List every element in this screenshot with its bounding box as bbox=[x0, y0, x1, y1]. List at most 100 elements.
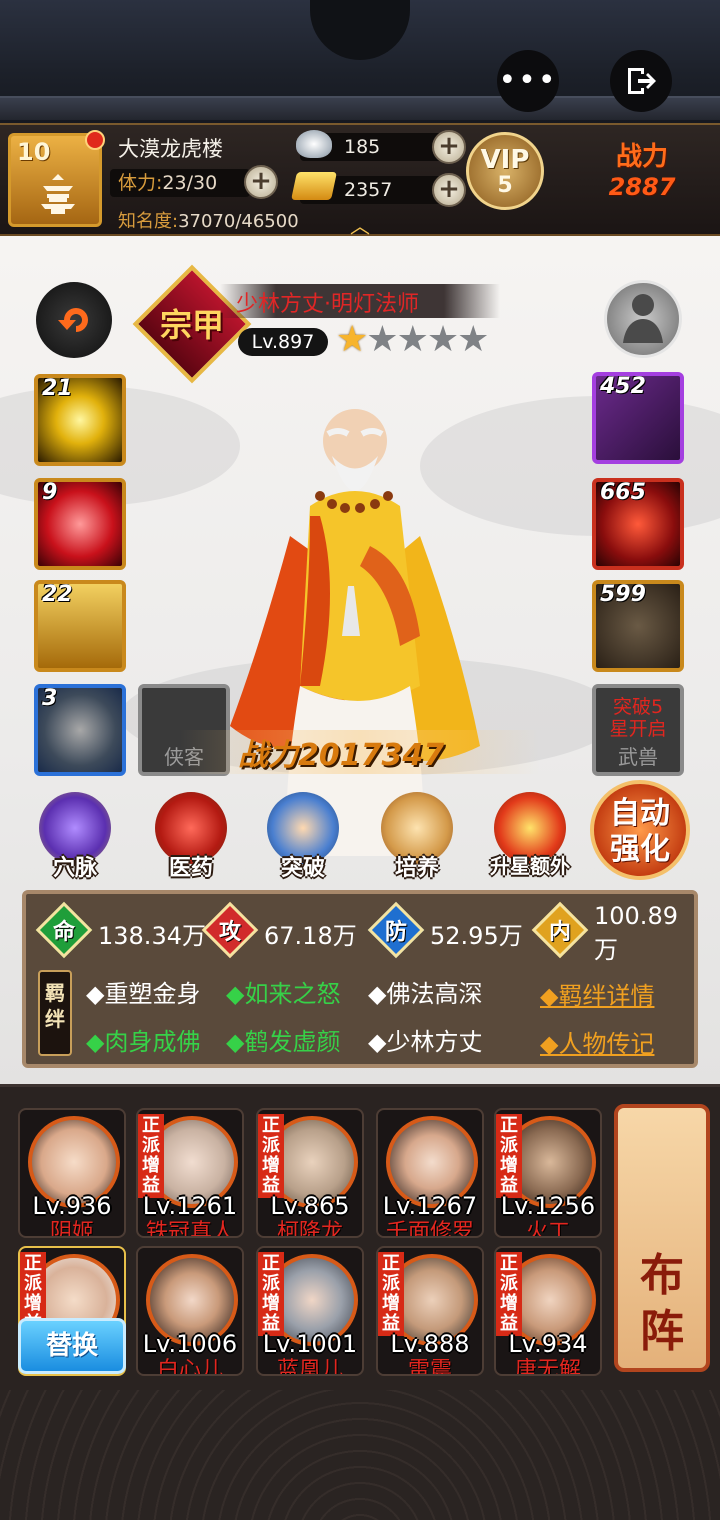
silver-ingot-icon bbox=[296, 130, 332, 158]
hero-power: 战力2017347 bbox=[238, 730, 444, 774]
roster-card[interactable]: Lv.1006 白心儿 bbox=[136, 1246, 244, 1376]
slot-count: 9 bbox=[42, 480, 58, 505]
medicine-label: 医药 bbox=[168, 856, 213, 881]
silver-value: 185 bbox=[344, 136, 381, 158]
slot-count: 665 bbox=[600, 480, 646, 505]
bottom-wave-decoration bbox=[0, 1390, 720, 1520]
equipment-slot-armor[interactable]: 665 bbox=[592, 478, 684, 570]
roster-card[interactable]: Lv.936 阴姬 bbox=[18, 1108, 126, 1238]
back-button[interactable] bbox=[36, 282, 112, 358]
boost-ribbon: 正派增益 bbox=[496, 1252, 522, 1336]
hero-avatar-button[interactable] bbox=[604, 280, 682, 358]
bond-item: ◆鹤发虚颜 bbox=[226, 1028, 341, 1056]
add-silver-button[interactable]: + bbox=[432, 130, 466, 164]
formation-button[interactable]: 布阵 bbox=[614, 1104, 710, 1372]
star-empty-icon: ★ bbox=[426, 319, 459, 360]
roster-name: 千面修罗 bbox=[385, 1220, 474, 1238]
roster-name: 阴姬 bbox=[49, 1220, 94, 1238]
breakthrough-label: 突破 bbox=[280, 856, 325, 881]
skill-slot-2[interactable]: 9 bbox=[34, 478, 126, 570]
roster-name: 铁冠真人 bbox=[145, 1220, 234, 1238]
stat-defense-key: 防 bbox=[384, 920, 407, 945]
hero-power-value: 2017347 bbox=[298, 738, 445, 773]
beast-unlock-text-2: 星开启 bbox=[609, 718, 667, 740]
stamina-bar: 体力:23/30 bbox=[110, 169, 250, 197]
bond-item: ◆佛法高深 bbox=[368, 980, 483, 1008]
cultivate-button[interactable]: 培养 bbox=[372, 792, 462, 882]
roof-ornament bbox=[310, 0, 410, 60]
breakthrough-button[interactable]: 突破 bbox=[258, 792, 348, 882]
medicine-button[interactable]: 医药 bbox=[146, 792, 236, 882]
roster-card[interactable]: Lv.1267 千面修罗 bbox=[376, 1108, 484, 1238]
power-value: 2887 bbox=[608, 173, 676, 201]
beast-unlock-text-1: 突破5 bbox=[612, 696, 664, 718]
star-rating: ★★★★★ bbox=[336, 319, 489, 360]
skill-slot-4[interactable]: 3 bbox=[34, 684, 126, 776]
pagoda-icon bbox=[41, 174, 75, 214]
equipment-slot-gauntlet[interactable]: 452 bbox=[592, 372, 684, 464]
stat-attack-key: 攻 bbox=[218, 920, 241, 945]
equipment-slot-gems[interactable]: 599 bbox=[592, 580, 684, 672]
slot-count: 22 bbox=[42, 582, 73, 607]
exit-icon bbox=[628, 68, 656, 94]
more-menu-button[interactable]: ••• bbox=[497, 50, 559, 112]
meridian-button[interactable]: 穴脉 bbox=[30, 792, 120, 882]
roof-decoration bbox=[0, 0, 720, 125]
stat-inner-key: 内 bbox=[548, 920, 571, 945]
roster-name: 蓝凰儿 bbox=[276, 1358, 343, 1376]
add-gold-button[interactable]: + bbox=[432, 173, 466, 207]
roster-card[interactable]: 正派增益 Lv.1261 铁冠真人 bbox=[136, 1108, 244, 1238]
roster-card[interactable]: 正派增益 Lv.865 柯降龙 bbox=[256, 1108, 364, 1238]
bond-detail-link[interactable]: ◆羁绊详情 bbox=[540, 976, 654, 1011]
star-upgrade-button[interactable]: 升星额外 bbox=[484, 792, 576, 879]
stat-attack-value: 67.18万 bbox=[264, 921, 357, 950]
player-name: 大漠龙虎楼 bbox=[118, 137, 223, 161]
boost-ribbon: 正派增益 bbox=[138, 1114, 164, 1198]
bond-item: ◆肉身成佛 bbox=[86, 1028, 201, 1056]
roster-card[interactable]: 正派增益 Lv.888 雷震 bbox=[376, 1246, 484, 1376]
biography-link[interactable]: ◆人物传记 bbox=[540, 1024, 654, 1059]
roster-card[interactable]: 正派增益 Lv.934 唐无解 bbox=[494, 1246, 602, 1376]
exit-button[interactable] bbox=[610, 50, 672, 112]
auto-enhance-line-2: 强化 bbox=[610, 832, 670, 867]
roster-name: 雷震 bbox=[407, 1358, 452, 1376]
notification-dot bbox=[85, 130, 105, 150]
boost-ribbon: 正派增益 bbox=[378, 1252, 404, 1336]
bond-tag: 羁绊 bbox=[38, 970, 72, 1056]
hero-name: 少林方丈·明灯法师 bbox=[236, 292, 419, 317]
meridian-label: 穴脉 bbox=[52, 856, 97, 881]
stat-defense: 防 52.95万 bbox=[367, 901, 523, 959]
bond-item: ◆如来之怒 bbox=[226, 980, 341, 1008]
fame-label: 知名度: bbox=[118, 211, 179, 232]
star-empty-icon: ★ bbox=[366, 319, 398, 360]
roster-card[interactable]: 正派增益 Lv.1001 蓝凰儿 bbox=[256, 1246, 364, 1376]
roof-beam bbox=[0, 96, 720, 120]
slot-count: 452 bbox=[600, 374, 646, 399]
gold-bar-icon bbox=[291, 172, 337, 200]
back-arrow-icon bbox=[58, 308, 88, 332]
beast-slot[interactable]: 突破5 星开启 武兽 bbox=[592, 684, 684, 776]
slot-count: 3 bbox=[42, 686, 58, 711]
bond-item: ◆重塑金身 bbox=[86, 980, 201, 1008]
bond-item: ◆少林方丈 bbox=[368, 1028, 483, 1056]
gold-value: 2357 bbox=[344, 179, 393, 201]
skill-slot-1[interactable]: 21 bbox=[34, 374, 126, 466]
collapse-chevron-icon[interactable]: ︿ bbox=[350, 210, 370, 239]
boost-ribbon: 正派增益 bbox=[496, 1114, 522, 1198]
game-screen: ••• 10 大漠龙虎楼 体力:23/30 + 知名度:37070/46500 … bbox=[0, 0, 720, 1520]
fame-row: 知名度:37070/46500 bbox=[118, 207, 299, 233]
star-filled-icon: ★ bbox=[336, 319, 368, 360]
warrior-silhouette-icon bbox=[623, 294, 663, 343]
skill-slot-3[interactable]: 22 bbox=[34, 580, 126, 672]
swap-button[interactable]: 替换 bbox=[18, 1318, 126, 1374]
vip-label: VIP bbox=[480, 145, 530, 175]
add-stamina-button[interactable]: + bbox=[244, 165, 278, 199]
boost-ribbon: 正派增益 bbox=[258, 1114, 284, 1198]
hero-power-label: 战力 bbox=[238, 738, 298, 773]
player-level-box[interactable]: 10 bbox=[8, 130, 105, 227]
auto-enhance-line-1: 自动 bbox=[610, 796, 670, 831]
vip-badge[interactable]: VIP 5 bbox=[466, 132, 544, 210]
roster-name: 唐无解 bbox=[514, 1358, 581, 1376]
roster-card[interactable]: 正派增益 Lv.1256 火工 bbox=[494, 1108, 602, 1238]
auto-enhance-button[interactable]: 自动 强化 bbox=[590, 780, 690, 880]
